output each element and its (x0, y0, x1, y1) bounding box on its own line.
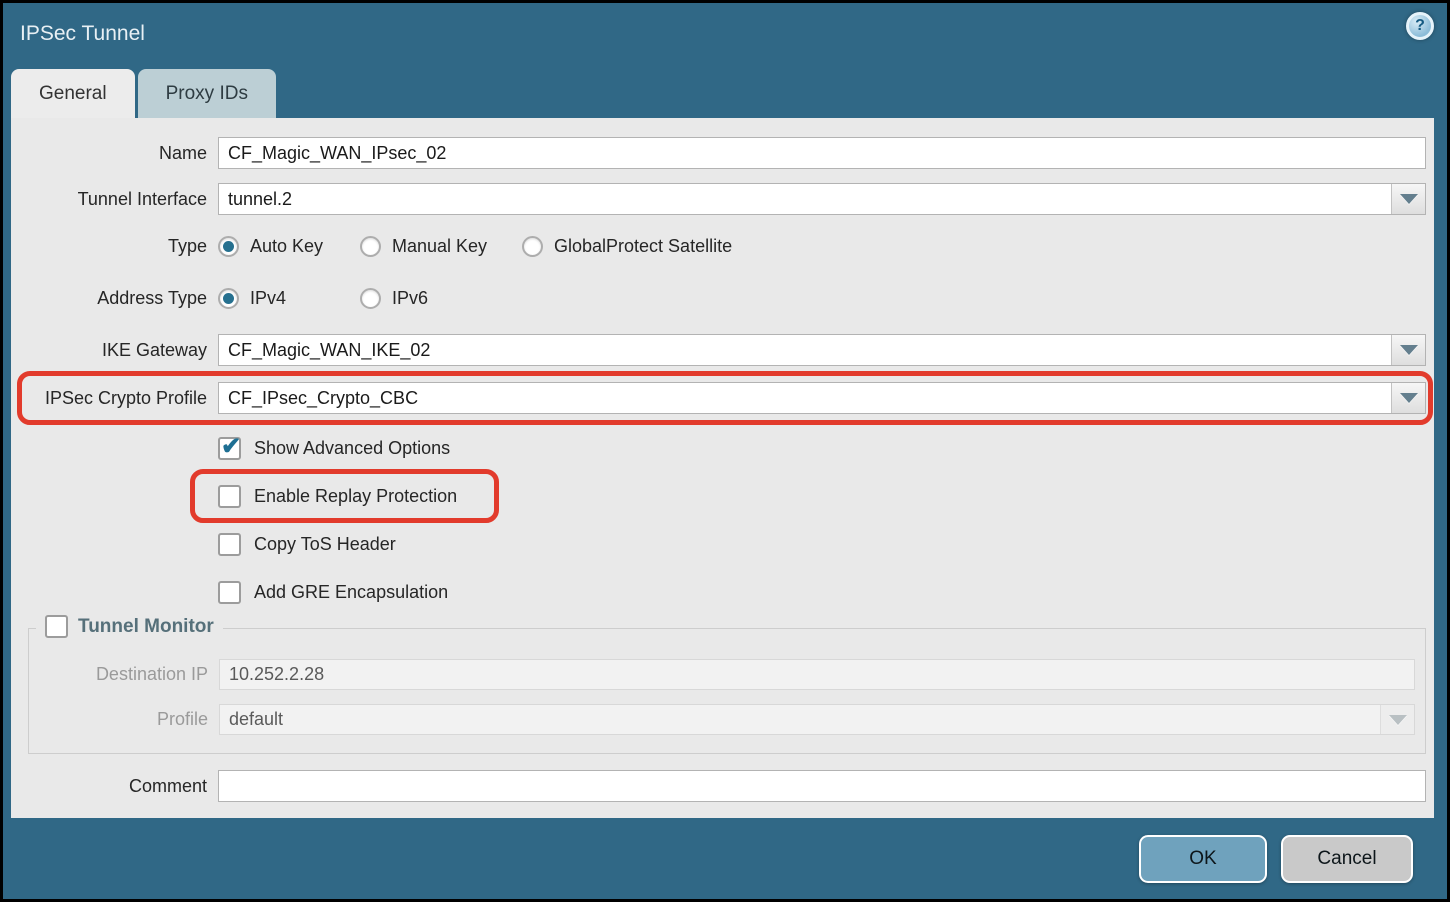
tunnel-monitor-legend: ✔ Tunnel Monitor (36, 615, 223, 638)
radio-manual-key-label: Manual Key (392, 236, 487, 257)
ike-gateway-label: IKE Gateway (11, 340, 218, 361)
type-row: Type Auto Key Manual Key GlobalProtect S… (11, 232, 1434, 260)
radio-manual-key-control[interactable] (360, 236, 381, 257)
ipsec-tunnel-dialog: IPSec Tunnel ? General Proxy IDs Name (0, 0, 1450, 902)
ike-gateway-dropdown-button[interactable] (1391, 335, 1425, 365)
ipsec-crypto-profile-row: IPSec Crypto Profile (11, 382, 1434, 414)
add-gre-encapsulation-label: Add GRE Encapsulation (254, 582, 448, 603)
destination-ip-row: Destination IP 10.252.2.28 (29, 659, 1425, 690)
ok-button[interactable]: OK (1139, 835, 1267, 883)
destination-ip-value: 10.252.2.28 (229, 664, 324, 685)
ike-gateway-input[interactable] (219, 335, 1391, 365)
chevron-down-icon (1400, 194, 1418, 204)
tab-general-label: General (39, 83, 107, 105)
enable-replay-protection-label: Enable Replay Protection (254, 486, 457, 507)
comment-row: Comment (11, 770, 1434, 802)
show-advanced-options-label: Show Advanced Options (254, 438, 450, 459)
radio-ipv6-control[interactable] (360, 288, 381, 309)
profile-dropdown-button (1380, 705, 1414, 734)
ike-gateway-dropdown[interactable] (218, 334, 1426, 366)
copy-tos-header-label: Copy ToS Header (254, 534, 396, 555)
tab-general[interactable]: General (11, 69, 135, 118)
tunnel-interface-label: Tunnel Interface (11, 189, 218, 210)
help-icon[interactable]: ? (1406, 12, 1434, 40)
dialog-frame: IPSec Tunnel ? General Proxy IDs Name (3, 3, 1447, 899)
radio-auto-key[interactable]: Auto Key (218, 236, 360, 257)
add-gre-encapsulation-checkbox[interactable]: ✔ (218, 581, 241, 604)
dialog-title: IPSec Tunnel (20, 22, 145, 46)
profile-dropdown: default (219, 704, 1415, 735)
ipsec-crypto-profile-dropdown[interactable] (218, 382, 1426, 414)
radio-ipv4[interactable]: IPv4 (218, 288, 360, 309)
profile-value: default (220, 705, 1380, 734)
destination-ip-input: 10.252.2.28 (219, 659, 1415, 690)
comment-label: Comment (11, 776, 218, 797)
profile-label: Profile (29, 709, 219, 730)
chevron-down-icon (1400, 393, 1418, 403)
show-advanced-options-row: ✔ Show Advanced Options (218, 436, 1434, 460)
address-type-label: Address Type (11, 288, 218, 309)
tunnel-monitor-group: ✔ Tunnel Monitor Destination IP 10.252.2… (28, 628, 1426, 754)
tab-proxy-ids-label: Proxy IDs (166, 83, 248, 105)
radio-globalprotect-satellite-control[interactable] (522, 236, 543, 257)
address-type-row: Address Type IPv4 IPv6 (11, 284, 1434, 312)
radio-ipv4-control[interactable] (218, 288, 239, 309)
radio-globalprotect-satellite[interactable]: GlobalProtect Satellite (522, 236, 732, 257)
profile-row: Profile default (29, 704, 1425, 735)
tunnel-interface-input[interactable] (219, 184, 1391, 214)
destination-ip-label: Destination IP (29, 664, 219, 685)
radio-ipv4-label: IPv4 (250, 288, 286, 309)
radio-ipv6[interactable]: IPv6 (360, 288, 428, 309)
enable-replay-protection-row: ✔ Enable Replay Protection (218, 484, 1434, 508)
tunnel-interface-dropdown[interactable] (218, 183, 1426, 215)
chevron-down-icon (1400, 345, 1418, 355)
cancel-button[interactable]: Cancel (1281, 835, 1413, 883)
check-icon: ✔ (221, 432, 241, 461)
ipsec-crypto-profile-label: IPSec Crypto Profile (11, 388, 218, 409)
radio-auto-key-label: Auto Key (250, 236, 323, 257)
chevron-down-icon (1389, 715, 1407, 725)
enable-replay-protection-checkbox[interactable]: ✔ (218, 485, 241, 508)
radio-manual-key[interactable]: Manual Key (360, 236, 522, 257)
ipsec-crypto-profile-dropdown-button[interactable] (1391, 383, 1425, 413)
tunnel-interface-dropdown-button[interactable] (1391, 184, 1425, 214)
tab-proxy-ids[interactable]: Proxy IDs (138, 69, 276, 118)
type-label: Type (11, 236, 218, 257)
name-label: Name (11, 143, 218, 164)
help-glyph: ? (1415, 17, 1425, 35)
tab-bar: General Proxy IDs (11, 69, 276, 118)
copy-tos-header-row: ✔ Copy ToS Header (218, 532, 1434, 556)
ike-gateway-row: IKE Gateway (11, 334, 1434, 366)
radio-auto-key-control[interactable] (218, 236, 239, 257)
tunnel-monitor-checkbox[interactable]: ✔ (45, 615, 68, 638)
general-tab-panel: Name Tunnel Interface (11, 118, 1434, 818)
ipsec-crypto-profile-input[interactable] (219, 383, 1391, 413)
name-row: Name (11, 137, 1434, 169)
show-advanced-options-checkbox[interactable]: ✔ (218, 437, 241, 460)
comment-input[interactable] (218, 770, 1426, 802)
tunnel-interface-row: Tunnel Interface (11, 183, 1434, 215)
add-gre-encapsulation-row: ✔ Add GRE Encapsulation (218, 580, 1434, 604)
radio-globalprotect-satellite-label: GlobalProtect Satellite (554, 236, 732, 257)
name-input[interactable] (218, 137, 1426, 169)
dialog-titlebar: IPSec Tunnel (3, 3, 1447, 65)
copy-tos-header-checkbox[interactable]: ✔ (218, 533, 241, 556)
radio-ipv6-label: IPv6 (392, 288, 428, 309)
tunnel-monitor-label: Tunnel Monitor (78, 616, 214, 638)
